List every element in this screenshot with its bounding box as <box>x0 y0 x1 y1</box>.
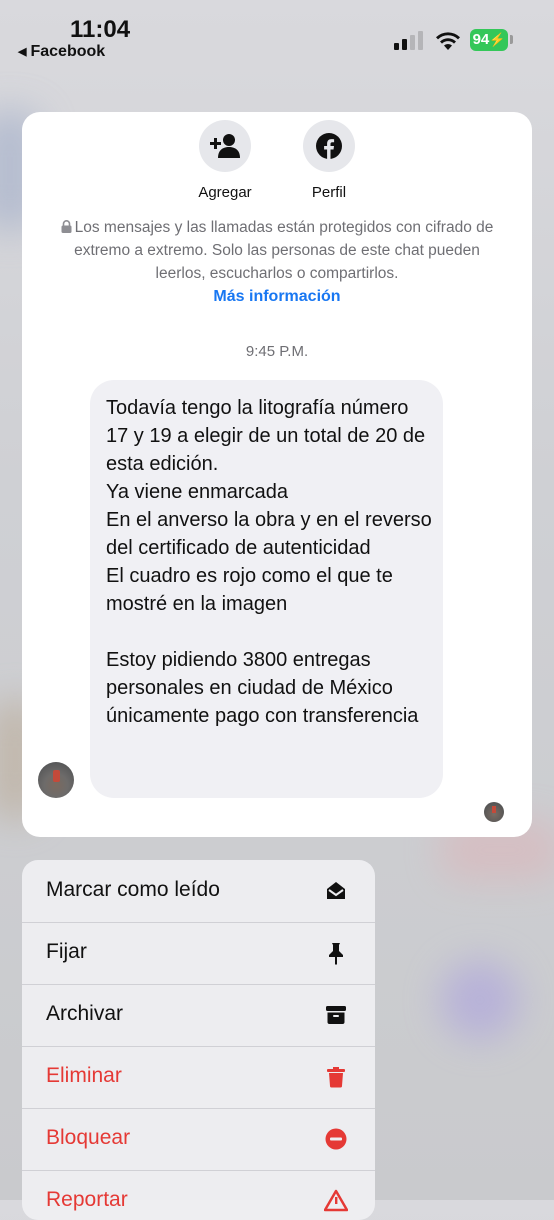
background-blur <box>440 960 520 1040</box>
menu-item-label: Reportar <box>46 1188 128 1211</box>
menu-item-pin[interactable]: Fijar <box>22 922 375 985</box>
profile-action[interactable]: Perfil <box>284 120 374 201</box>
message-timestamp: 9:45 P.M. <box>245 343 309 360</box>
menu-item-archive[interactable]: Archivar <box>22 984 375 1047</box>
encryption-notice-text: Los mensajes y las llamadas están proteg… <box>74 219 494 282</box>
cellular-signal-icon <box>394 30 426 50</box>
menu-item-label: Bloquear <box>46 1126 131 1149</box>
sender-avatar <box>38 762 74 798</box>
wifi-icon <box>436 32 460 50</box>
battery-tip <box>510 35 513 44</box>
read-receipt-avatar <box>484 802 504 822</box>
more-info-link[interactable]: Más información <box>22 288 532 306</box>
back-app-label: Facebook <box>30 43 106 60</box>
encryption-notice: Los mensajes y las llamadas están proteg… <box>52 216 502 285</box>
menu-item-delete[interactable]: Eliminar <box>22 1046 375 1109</box>
pin-icon <box>329 943 343 965</box>
add-person-icon[interactable] <box>199 120 251 172</box>
battery-indicator: 94⚡ <box>470 29 508 51</box>
context-menu: Marcar como leído Fijar Archivar Elimina… <box>22 860 375 1220</box>
add-friend-action[interactable]: Agregar <box>180 120 270 201</box>
status-time: 11:04 <box>70 16 131 43</box>
menu-item-label: Archivar <box>46 1002 124 1025</box>
lock-icon <box>61 220 72 233</box>
chat-preview-card: Agregar Perfil Los mensajes y las llamad… <box>22 112 532 837</box>
status-bar: 11:04 ◀ Facebook 94⚡ <box>0 0 554 70</box>
trash-icon <box>327 1067 345 1088</box>
menu-item-report[interactable]: Reportar <box>22 1170 375 1220</box>
menu-item-label: Fijar <box>46 940 87 963</box>
message-bubble[interactable]: Todavía tengo la litografía número 17 y … <box>90 380 443 798</box>
menu-item-mark-read[interactable]: Marcar como leído <box>22 860 375 923</box>
archive-icon <box>326 1006 346 1024</box>
back-arrow-icon: ◀ <box>18 46 27 58</box>
block-icon <box>325 1128 347 1150</box>
action-label: Perfil <box>311 184 347 201</box>
menu-item-label: Marcar como leído <box>46 878 220 901</box>
battery-level: 94 <box>472 31 490 48</box>
back-to-facebook-link[interactable]: ◀ Facebook <box>18 43 105 61</box>
mark-read-icon <box>327 882 345 899</box>
action-label: Agregar <box>198 184 252 201</box>
menu-item-block[interactable]: Bloquear <box>22 1108 375 1171</box>
message-text: Todavía tengo la litografía número 17 y … <box>106 397 432 727</box>
facebook-icon[interactable] <box>303 120 355 172</box>
report-icon <box>324 1189 348 1212</box>
menu-item-label: Eliminar <box>46 1064 122 1087</box>
